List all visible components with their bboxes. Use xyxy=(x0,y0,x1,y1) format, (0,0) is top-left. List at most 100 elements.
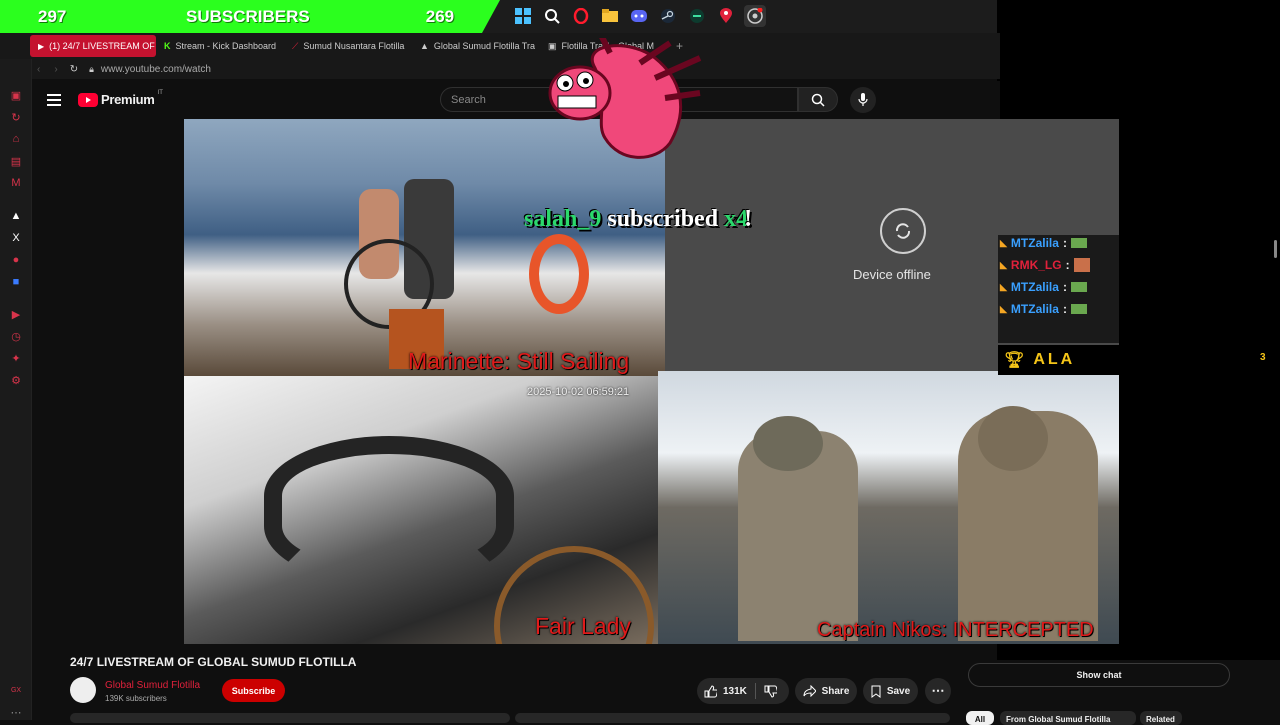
youtube-region: IT xyxy=(157,90,163,96)
sub-count-left: 297 xyxy=(38,6,67,26)
alert-text: subscribed xyxy=(607,206,719,232)
emote-icon xyxy=(1073,258,1090,272)
subscription-alert: salah_9 subscribed x4! xyxy=(524,206,753,232)
cam2-timestamp: 2025-10-02 06:59:21 xyxy=(527,386,630,398)
emote-icon xyxy=(1070,282,1087,292)
address-bar: ‹ › ↻ 🔒︎ www.youtube.com/watch xyxy=(32,59,1000,79)
channel-avatar[interactable] xyxy=(70,677,96,703)
back-icon[interactable]: ‹ xyxy=(37,64,40,75)
shield-icon[interactable]: ■ xyxy=(9,275,23,289)
kick-icon: K xyxy=(164,41,171,51)
search-button[interactable] xyxy=(798,87,838,112)
youtube-play-icon xyxy=(78,92,98,107)
camera-feed-captain-nikos xyxy=(658,371,1119,644)
page-scrollbar[interactable] xyxy=(1274,240,1277,258)
description-box[interactable] xyxy=(70,713,510,723)
bag-icon[interactable]: ⌂ xyxy=(9,132,23,146)
leaderboard-entry: 🏆︎ ALA xyxy=(998,345,1119,375)
discord-icon[interactable] xyxy=(628,5,650,27)
badge-icon: ◣ xyxy=(1000,237,1007,248)
app-dot-icon[interactable]: ● xyxy=(9,253,23,267)
cam1-caption: Marinette: Still Sailing xyxy=(408,348,630,374)
player-icon[interactable]: ▶ xyxy=(9,307,23,321)
tab-favicon-icon: ⟋ xyxy=(292,40,299,51)
badge-icon: ◣ xyxy=(1000,259,1007,270)
subscribe-button[interactable]: Subscribe xyxy=(222,679,285,702)
search-icon[interactable] xyxy=(541,5,563,27)
badge-icon: ◣ xyxy=(1000,303,1007,314)
subscriber-goal-bar: 297 SUBSCRIBERS 269 xyxy=(0,0,500,33)
refresh-icon[interactable]: ↻ xyxy=(9,110,23,124)
sidebar-gx-icon[interactable]: GX xyxy=(9,683,23,697)
save-button[interactable]: Save xyxy=(863,678,918,704)
thumbs-down-icon[interactable] xyxy=(764,685,777,698)
mascot-alert-graphic xyxy=(540,31,705,163)
chat-line: ◣ MTZalila: xyxy=(1000,280,1090,294)
opera-icon[interactable] xyxy=(570,5,592,27)
tab-livestream[interactable]: ▶ (1) 24/7 LIVESTREAM OF xyxy=(30,35,156,57)
app-icon[interactable] xyxy=(686,5,708,27)
show-chat-button[interactable]: Show chat xyxy=(968,663,1230,687)
video-title: 24/7 LIVESTREAM OF GLOBAL SUMUD FLOTILLA xyxy=(70,655,357,669)
trophy-icon: 🏆︎ xyxy=(1004,352,1028,369)
history-icon[interactable]: ◷ xyxy=(9,329,23,343)
more-icon[interactable]: ⋯ xyxy=(9,705,23,719)
badge-icon: ◣ xyxy=(1000,281,1007,292)
extensions-icon[interactable]: ✦ xyxy=(9,351,23,365)
reload-icon[interactable]: ↻ xyxy=(70,64,78,75)
youtube-logo[interactable]: Premium IT xyxy=(78,90,163,107)
like-button[interactable]: 131K xyxy=(704,684,747,698)
arrow-app-icon[interactable]: ▲ xyxy=(9,209,23,223)
twitch-icon[interactable]: ▤ xyxy=(9,154,23,168)
tab-sumud-nusantara[interactable]: ⟋ Sumud Nusantara Flotilla xyxy=(284,35,412,57)
share-button[interactable]: Share xyxy=(795,678,857,704)
maps-icon[interactable] xyxy=(715,5,737,27)
tab-favicon-icon: ▲ xyxy=(420,41,429,51)
tab-flotilla-tracker-1[interactable]: ▲ Global Sumud Flotilla Tra xyxy=(412,35,540,57)
emote-icon xyxy=(1070,238,1087,248)
messenger-icon[interactable]: M xyxy=(9,176,23,190)
aria-icon[interactable]: ▣ xyxy=(9,88,23,102)
cam2-caption: Fair Lady xyxy=(535,613,631,639)
chip-from-channel[interactable]: From Global Sumud Flotilla xyxy=(1000,711,1136,725)
settings-icon[interactable]: ⚙ xyxy=(9,373,23,387)
x-icon[interactable]: X xyxy=(9,231,23,245)
more-actions-button[interactable]: ⋯ xyxy=(925,678,951,704)
folder-icon[interactable] xyxy=(599,5,621,27)
search-icon xyxy=(811,93,825,107)
camera-feed-fair-lady xyxy=(184,376,658,644)
sub-count-right: 269 xyxy=(425,6,455,26)
windows-icon[interactable] xyxy=(512,5,534,27)
video-player[interactable]: Marinette: Still Sailing Device offline … xyxy=(184,119,1119,644)
browser-sidebar: ▣ ↻ ⌂ ▤ M ▲ X ● ■ ▶ ◷ ✦ ⚙ GX ⋯ xyxy=(0,33,32,720)
url-field[interactable]: www.youtube.com/watch xyxy=(101,64,211,75)
forward-icon[interactable]: › xyxy=(54,64,57,75)
share-icon xyxy=(803,685,816,697)
steam-icon[interactable] xyxy=(657,5,679,27)
chip-all[interactable]: All xyxy=(966,711,994,725)
more-icon: ⋯ xyxy=(931,683,945,698)
chip-related[interactable]: Related xyxy=(1140,711,1182,725)
leaderboard-count: 3 xyxy=(1260,352,1266,363)
lock-icon: 🔒︎ xyxy=(89,63,94,74)
emote-icon xyxy=(1070,304,1087,314)
microphone-icon xyxy=(858,93,868,106)
chat-line: ◣ MTZalila: xyxy=(1000,302,1090,316)
taskbar-icons xyxy=(512,5,766,27)
channel-name[interactable]: Global Sumud Flotilla xyxy=(105,680,200,691)
chat-line: ◣ MTZalila: xyxy=(1000,236,1090,250)
tab-kick-dashboard[interactable]: K Stream - Kick Dashboard xyxy=(156,35,284,57)
comment-preview[interactable] xyxy=(515,713,950,723)
like-dislike-group: 131K xyxy=(697,678,789,704)
chat-list: ◣ MTZalila: ◣ RMK_LG: ◣ MTZalila: ◣ MTZalila… xyxy=(1000,236,1090,316)
chat-line: ◣ RMK_LG: xyxy=(1000,258,1090,272)
device-offline-text: Device offline xyxy=(853,267,931,282)
alert-username: salah_9 xyxy=(524,206,602,232)
cam3-caption: Captain Nikos: INTERCEPTED xyxy=(817,619,1094,641)
voice-search-button[interactable] xyxy=(850,87,876,113)
thumbs-up-icon xyxy=(704,684,717,697)
youtube-brand: Premium xyxy=(101,92,155,107)
menu-icon[interactable] xyxy=(47,93,61,106)
obs-icon[interactable] xyxy=(744,5,766,27)
sub-label: SUBSCRIBERS xyxy=(186,6,310,26)
